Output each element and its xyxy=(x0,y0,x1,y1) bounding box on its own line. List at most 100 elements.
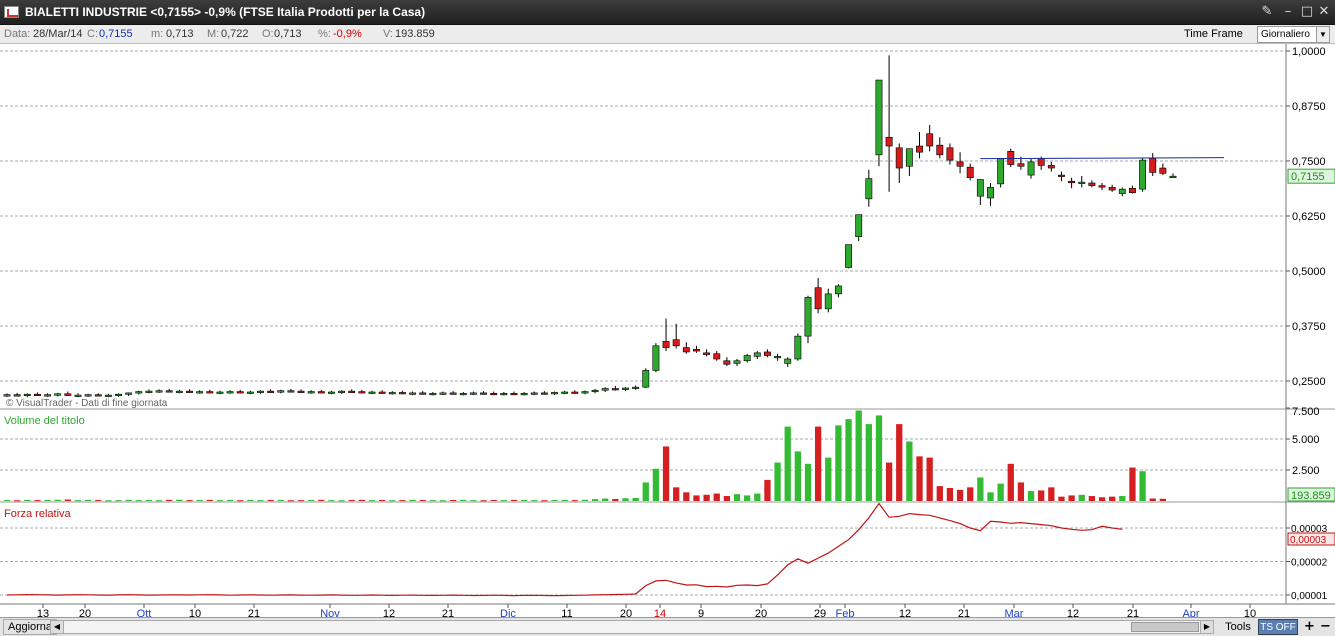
volume-bar xyxy=(814,426,822,501)
scroll-right-icon[interactable]: ▶ xyxy=(1200,621,1213,633)
volume-bar xyxy=(429,500,436,502)
scroll-thumb[interactable] xyxy=(1131,622,1199,632)
chart-canvas[interactable]: 1,0000 0,8750 0,7500 0,6250 0,5000 0,3750 0,25… xyxy=(0,44,1335,618)
volume-bar xyxy=(520,500,528,502)
candle-body xyxy=(165,390,173,393)
volume-bar xyxy=(186,500,193,502)
candle-body xyxy=(3,394,11,397)
volume-bar xyxy=(1139,471,1146,501)
aggiorna-button[interactable]: Aggiorna xyxy=(3,619,58,635)
pct-value: -0,9% xyxy=(333,28,362,40)
volume-bar xyxy=(216,500,224,502)
maximize-button[interactable]: □ xyxy=(1299,4,1315,20)
candle-body xyxy=(865,178,873,200)
candle-body xyxy=(1098,185,1106,188)
candle-body xyxy=(409,392,417,395)
volume-value: 193.859 xyxy=(395,28,435,40)
volume-bar xyxy=(257,500,264,502)
volume-bar xyxy=(885,462,893,501)
chevron-down-icon[interactable]: ▼ xyxy=(1316,27,1329,42)
open-label: O: xyxy=(262,28,274,40)
candle-body xyxy=(1118,188,1126,194)
candle-body xyxy=(743,355,751,362)
candle-body xyxy=(33,393,41,397)
candle-body xyxy=(713,353,721,360)
volume-bar xyxy=(3,500,11,502)
candle-body xyxy=(1058,174,1065,177)
candle-body xyxy=(135,391,143,394)
candle-body xyxy=(44,394,51,397)
volume-bar xyxy=(835,425,842,501)
volume-bar xyxy=(1119,496,1126,501)
volume-bar xyxy=(348,500,355,502)
volume-bar xyxy=(551,500,558,502)
volume-bar xyxy=(379,500,386,502)
candle-body xyxy=(551,392,558,395)
volume-bar xyxy=(602,498,609,501)
candle-body xyxy=(622,387,629,390)
rs-tick-label: 0,00002 xyxy=(1291,558,1328,569)
volume-bar xyxy=(855,410,862,501)
candle-body xyxy=(257,390,264,393)
candle-body xyxy=(378,391,386,394)
candle-body xyxy=(1149,158,1157,173)
volume-bar xyxy=(1048,487,1055,501)
timeframe-label: Time Frame xyxy=(1184,28,1243,40)
date-value: 28/Mar/14 xyxy=(33,28,83,40)
candle-body xyxy=(946,147,954,161)
tools-button[interactable]: Tools xyxy=(1219,619,1257,635)
price-tick-label: 0,8750 xyxy=(1292,101,1326,113)
zoom-out-button[interactable]: − xyxy=(1318,619,1333,635)
close-button[interactable]: ✕ xyxy=(1316,4,1332,20)
candle-body xyxy=(1017,163,1025,167)
candle-body xyxy=(753,352,761,357)
timeframe-select[interactable]: Giornaliero ▼ xyxy=(1257,26,1330,43)
candle-body xyxy=(571,391,579,394)
candle-body xyxy=(439,392,447,395)
volume-label: V: xyxy=(383,28,393,40)
zoom-in-button[interactable]: + xyxy=(1302,619,1317,635)
candle-body xyxy=(916,145,923,153)
volume-bar xyxy=(896,424,903,501)
volume-bar xyxy=(328,500,335,502)
chart-area[interactable]: 1,0000 0,8750 0,7500 0,6250 0,5000 0,3750 0,25… xyxy=(0,44,1335,618)
volume-bar xyxy=(1078,494,1085,501)
min-label: m: xyxy=(151,28,164,40)
volume-bar xyxy=(399,500,406,502)
candle-body xyxy=(104,394,112,397)
volume-bar xyxy=(936,486,943,501)
resistance-line xyxy=(980,157,1225,160)
volume-bar xyxy=(926,457,933,501)
candle-body xyxy=(398,392,406,395)
candle-body xyxy=(338,390,346,393)
candle-body xyxy=(226,391,234,394)
candle-body xyxy=(723,360,731,365)
candle-body xyxy=(591,389,599,393)
ts-off-button[interactable]: TS OFF xyxy=(1258,619,1298,635)
edit-icon[interactable]: ✎ xyxy=(1259,4,1275,20)
candle-body xyxy=(449,392,457,395)
candle-body xyxy=(469,392,477,395)
scroll-left-icon[interactable]: ◀ xyxy=(51,621,64,633)
volume-bar xyxy=(277,499,284,501)
rs-panel-title: Forza relativa xyxy=(4,508,72,520)
volume-bar xyxy=(460,499,467,501)
volume-bar xyxy=(693,495,700,501)
time-scrollbar[interactable]: ◀ ▶ xyxy=(50,620,1214,634)
candle-body xyxy=(1159,167,1167,174)
volume-bar xyxy=(287,500,295,502)
candle-body xyxy=(84,394,92,397)
volume-bar xyxy=(389,500,396,502)
volume-bar xyxy=(135,500,142,502)
minimize-button[interactable]: – xyxy=(1280,4,1296,20)
volume-bar xyxy=(754,493,761,501)
volume-bar xyxy=(845,419,852,501)
volume-bar xyxy=(622,498,629,501)
min-value: 0,713 xyxy=(166,28,194,40)
volume-bar xyxy=(1007,463,1014,501)
volume-bar xyxy=(1038,490,1045,501)
candle-body xyxy=(94,394,102,397)
volume-bar xyxy=(74,500,82,502)
candle-body xyxy=(845,244,852,268)
volume-bar xyxy=(1098,497,1106,501)
